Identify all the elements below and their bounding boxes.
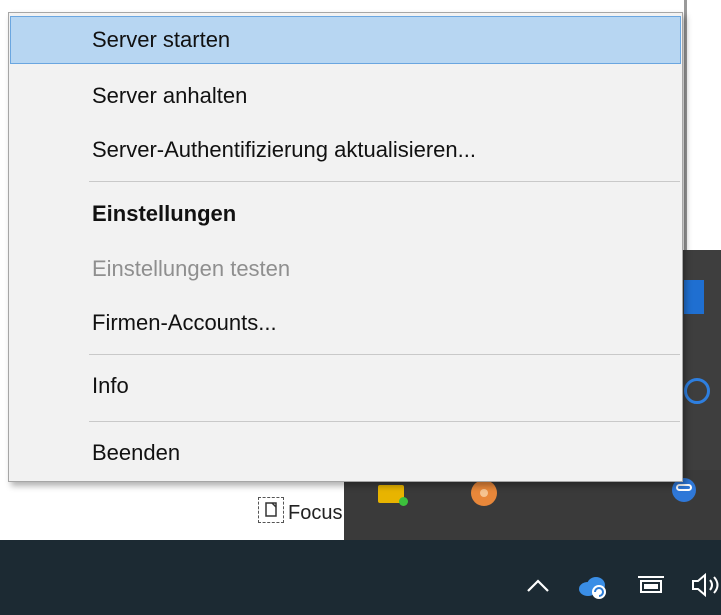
orange-app-icon[interactable] (471, 480, 497, 506)
tray-context-menu: Server starten Server anhalten Server-Au… (8, 12, 683, 482)
menu-item-beenden[interactable]: Beenden (10, 429, 681, 477)
focus-label[interactable]: Focus (288, 500, 344, 526)
menu-separator (89, 354, 680, 355)
network-icon[interactable] (636, 572, 666, 598)
window-edge (684, 0, 687, 250)
menu-item-info[interactable]: Info (10, 362, 681, 410)
menu-item-server-authentifizierung[interactable]: Server-Authentifizierung aktualisieren..… (10, 126, 681, 174)
menu-separator (89, 421, 680, 422)
menu-item-server-anhalten[interactable]: Server anhalten (10, 72, 681, 120)
focus-assist-icon[interactable] (258, 497, 284, 523)
menu-item-einstellungen[interactable]: Einstellungen (10, 190, 681, 238)
cloud-sync-icon[interactable] (576, 574, 610, 600)
screen: Focus Server starten Server anhalten Ser… (0, 0, 721, 615)
taskbar (0, 540, 721, 615)
volume-icon[interactable] (690, 572, 721, 598)
menu-item-einstellungen-testen: Einstellungen testen (92, 256, 291, 281)
ring-icon[interactable] (684, 378, 710, 404)
folder-status-icon[interactable] (378, 485, 408, 506)
menu-item-firmen-accounts[interactable]: Firmen-Accounts... (10, 299, 681, 347)
menu-item-server-starten[interactable]: Server starten (10, 16, 681, 64)
menu-separator (89, 181, 680, 182)
app-icon[interactable] (684, 280, 704, 314)
chevron-up-icon[interactable] (524, 574, 552, 598)
